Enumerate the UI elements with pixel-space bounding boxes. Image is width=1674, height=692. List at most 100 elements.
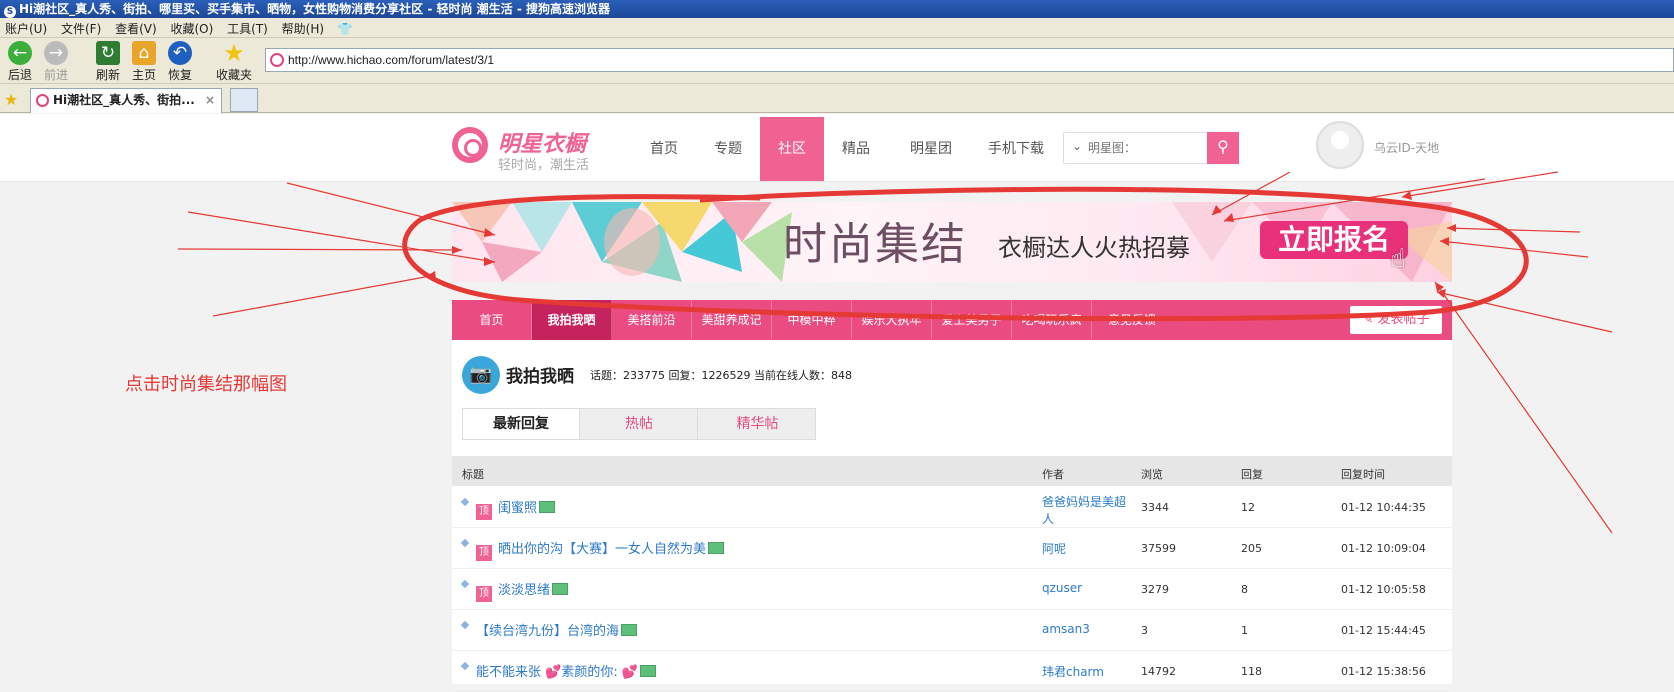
nav-mobile-download[interactable]: 手机下载 xyxy=(975,117,1057,181)
nav-community[interactable]: 社区 xyxy=(760,117,824,181)
banner-signup-button[interactable]: 立即报名 xyxy=(1260,221,1408,259)
nav-topics[interactable]: 专题 xyxy=(696,117,760,181)
forum-stats: 话题：233775 回复：1226529 当前在线人数：848 xyxy=(590,369,852,382)
table-row: 【续台湾九份】台湾的海 amsan3 3 1 01-12 15:44:45 xyxy=(452,610,1452,651)
bullet-icon xyxy=(460,620,470,630)
url-text: http://www.hichao.com/forum/latest/3/1 xyxy=(288,53,495,67)
tab-featured[interactable]: 精华帖 xyxy=(699,409,816,439)
menu-file[interactable]: 文件(F) xyxy=(56,18,106,37)
image-icon xyxy=(621,624,638,636)
address-bar[interactable]: http://www.hichao.com/forum/latest/3/1 xyxy=(265,48,1674,72)
menu-view[interactable]: 查看(V) xyxy=(110,18,162,37)
logo-swirl-icon[interactable] xyxy=(452,127,488,163)
browser-tab-active[interactable]: Hi潮社区_真人秀、街拍... × xyxy=(30,88,222,113)
thread-author[interactable]: 玮君charm xyxy=(1042,663,1104,680)
menu-favorites[interactable]: 收藏(O) xyxy=(166,18,219,37)
forum-title: 我拍我晒 xyxy=(506,367,574,387)
thread-title[interactable]: 晒出你的沟【大赛】一女人自然为美 xyxy=(498,542,706,557)
subnav-home[interactable]: 首页 xyxy=(452,300,532,340)
refresh-button[interactable]: ↻ 刷新 xyxy=(88,41,128,83)
tab-latest-replies[interactable]: 最新回复 xyxy=(463,409,580,439)
pinned-badge: 顶 xyxy=(476,586,492,602)
thread-views: 14792 xyxy=(1141,665,1176,678)
nav-boutique[interactable]: 精品 xyxy=(824,117,888,181)
avatar[interactable] xyxy=(1316,121,1364,169)
username[interactable]: 乌云ID-天地 xyxy=(1374,139,1439,156)
thread-time: 01-12 15:44:45 xyxy=(1341,624,1426,637)
thread-time: 01-12 10:09:04 xyxy=(1341,542,1426,555)
banner-subtitle: 衣橱达人火热招募 xyxy=(998,234,1190,262)
forward-arrow-icon: → xyxy=(44,41,68,65)
table-row: 能不能来张 💕素颜的你: 💕 玮君charm 14792 118 01-12 1… xyxy=(452,651,1452,692)
home-button[interactable]: ⌂ 主页 xyxy=(124,41,164,83)
star-icon: ★ xyxy=(223,39,245,67)
favorites-button[interactable]: ★ 收藏夹 xyxy=(212,41,256,83)
chevron-down-icon[interactable]: ⌄ xyxy=(1072,139,1082,153)
nav-home[interactable]: 首页 xyxy=(632,117,696,181)
thread-title[interactable]: 淡淡思绪 xyxy=(498,583,550,598)
home-icon: ⌂ xyxy=(132,41,156,65)
new-post-button[interactable]: ✎ 发表帖子 xyxy=(1350,306,1442,334)
column-title: 标题 xyxy=(462,468,484,481)
thread-title[interactable]: 闺蜜照 xyxy=(498,501,537,516)
window-title: Hi潮社区_真人秀、街拍、哪里买、买手集市、晒物，女性购物消费分享社区 - 轻时… xyxy=(19,2,611,16)
thread-replies: 12 xyxy=(1241,501,1255,514)
back-button[interactable]: ← 后退 xyxy=(0,41,40,83)
logo-subtitle: 轻时尚，潮生活 xyxy=(498,158,590,173)
subnav-entertainment[interactable]: 娱乐大执年 xyxy=(852,300,932,340)
new-tab-button[interactable] xyxy=(230,88,258,112)
table-row: 顶闺蜜照 爸爸妈妈是美超人 3344 12 01-12 10:44:35 xyxy=(452,487,1452,528)
image-icon xyxy=(640,665,657,677)
refresh-icon: ↻ xyxy=(96,41,120,65)
thread-author[interactable]: 爸爸妈妈是美超人 xyxy=(1042,493,1132,527)
subnav-photo-share[interactable]: 我拍我晒 xyxy=(532,300,612,340)
thread-author[interactable]: qzuser xyxy=(1042,581,1082,595)
column-author: 作者 xyxy=(1042,468,1064,481)
bullet-icon xyxy=(460,579,470,589)
pencil-icon: ✎ xyxy=(1362,312,1374,327)
restore-button[interactable]: ↶ 恢复 xyxy=(160,41,200,83)
thread-replies: 8 xyxy=(1241,583,1248,596)
column-views: 浏览 xyxy=(1141,468,1163,481)
thread-replies: 118 xyxy=(1241,665,1262,678)
undo-icon: ↶ xyxy=(168,41,192,65)
hand-cursor-icon: ☝ xyxy=(1390,244,1406,274)
search-icon: ⚲ xyxy=(1217,137,1229,156)
thread-title[interactable]: 【续台湾九份】台湾的海 xyxy=(476,624,619,639)
thread-time: 01-12 10:44:35 xyxy=(1341,501,1426,514)
thread-title[interactable]: 能不能来张 💕素颜的你: 💕 xyxy=(476,665,638,680)
subnav-food-fun[interactable]: 吃喝玩乐疯 xyxy=(1012,300,1092,340)
tab-hot-posts[interactable]: 热帖 xyxy=(581,409,698,439)
subnav-feedback[interactable]: 意见反馈 xyxy=(1092,300,1172,340)
nav-star-group[interactable]: 明星团 xyxy=(895,117,967,181)
menu-help[interactable]: 帮助(H) xyxy=(277,18,329,37)
thread-author[interactable]: 阿呢 xyxy=(1042,540,1066,557)
menu-tools[interactable]: 工具(T) xyxy=(222,18,273,37)
thread-views: 3 xyxy=(1141,624,1148,637)
subnav-beauty[interactable]: 美甜养成记 xyxy=(692,300,772,340)
camera-icon: 📷 xyxy=(462,356,500,394)
thread-views: 3344 xyxy=(1141,501,1169,514)
thread-author[interactable]: amsan3 xyxy=(1042,622,1090,636)
thread-time: 01-12 15:38:56 xyxy=(1341,665,1426,678)
table-row: 顶淡淡思绪 qzuser 3279 8 01-12 10:05:58 xyxy=(452,569,1452,610)
window-title-bar: S Hi潮社区_真人秀、街拍、哪里买、买手集市、晒物，女性购物消费分享社区 - 轻… xyxy=(0,0,1674,18)
subnav-men[interactable]: 爱上美男子 xyxy=(932,300,1012,340)
forward-button[interactable]: → 前进 xyxy=(36,41,76,83)
menu-bar: 账户(U) 文件(F) 查看(V) 收藏(O) 工具(T) 帮助(H) 👕 xyxy=(0,18,1674,38)
shirt-icon[interactable]: 👕 xyxy=(333,20,358,36)
column-replies: 回复 xyxy=(1241,468,1263,481)
menu-account[interactable]: 账户(U) xyxy=(0,18,52,37)
close-tab-icon[interactable]: × xyxy=(205,89,215,112)
image-icon xyxy=(539,501,556,513)
thread-replies: 1 xyxy=(1241,624,1248,637)
subnav-style-front[interactable]: 美搭前沿 xyxy=(612,300,692,340)
subnav-models[interactable]: 中模中粹 xyxy=(772,300,852,340)
bullet-icon xyxy=(460,538,470,548)
search-button[interactable]: ⚲ xyxy=(1207,132,1239,164)
banner-title: 时尚集结 xyxy=(783,219,967,270)
thread-views: 37599 xyxy=(1141,542,1176,555)
search-box: ⌄ ⚲ xyxy=(1063,132,1239,164)
search-input[interactable] xyxy=(1088,137,1204,159)
favorites-star-icon[interactable]: ★ xyxy=(4,90,18,109)
